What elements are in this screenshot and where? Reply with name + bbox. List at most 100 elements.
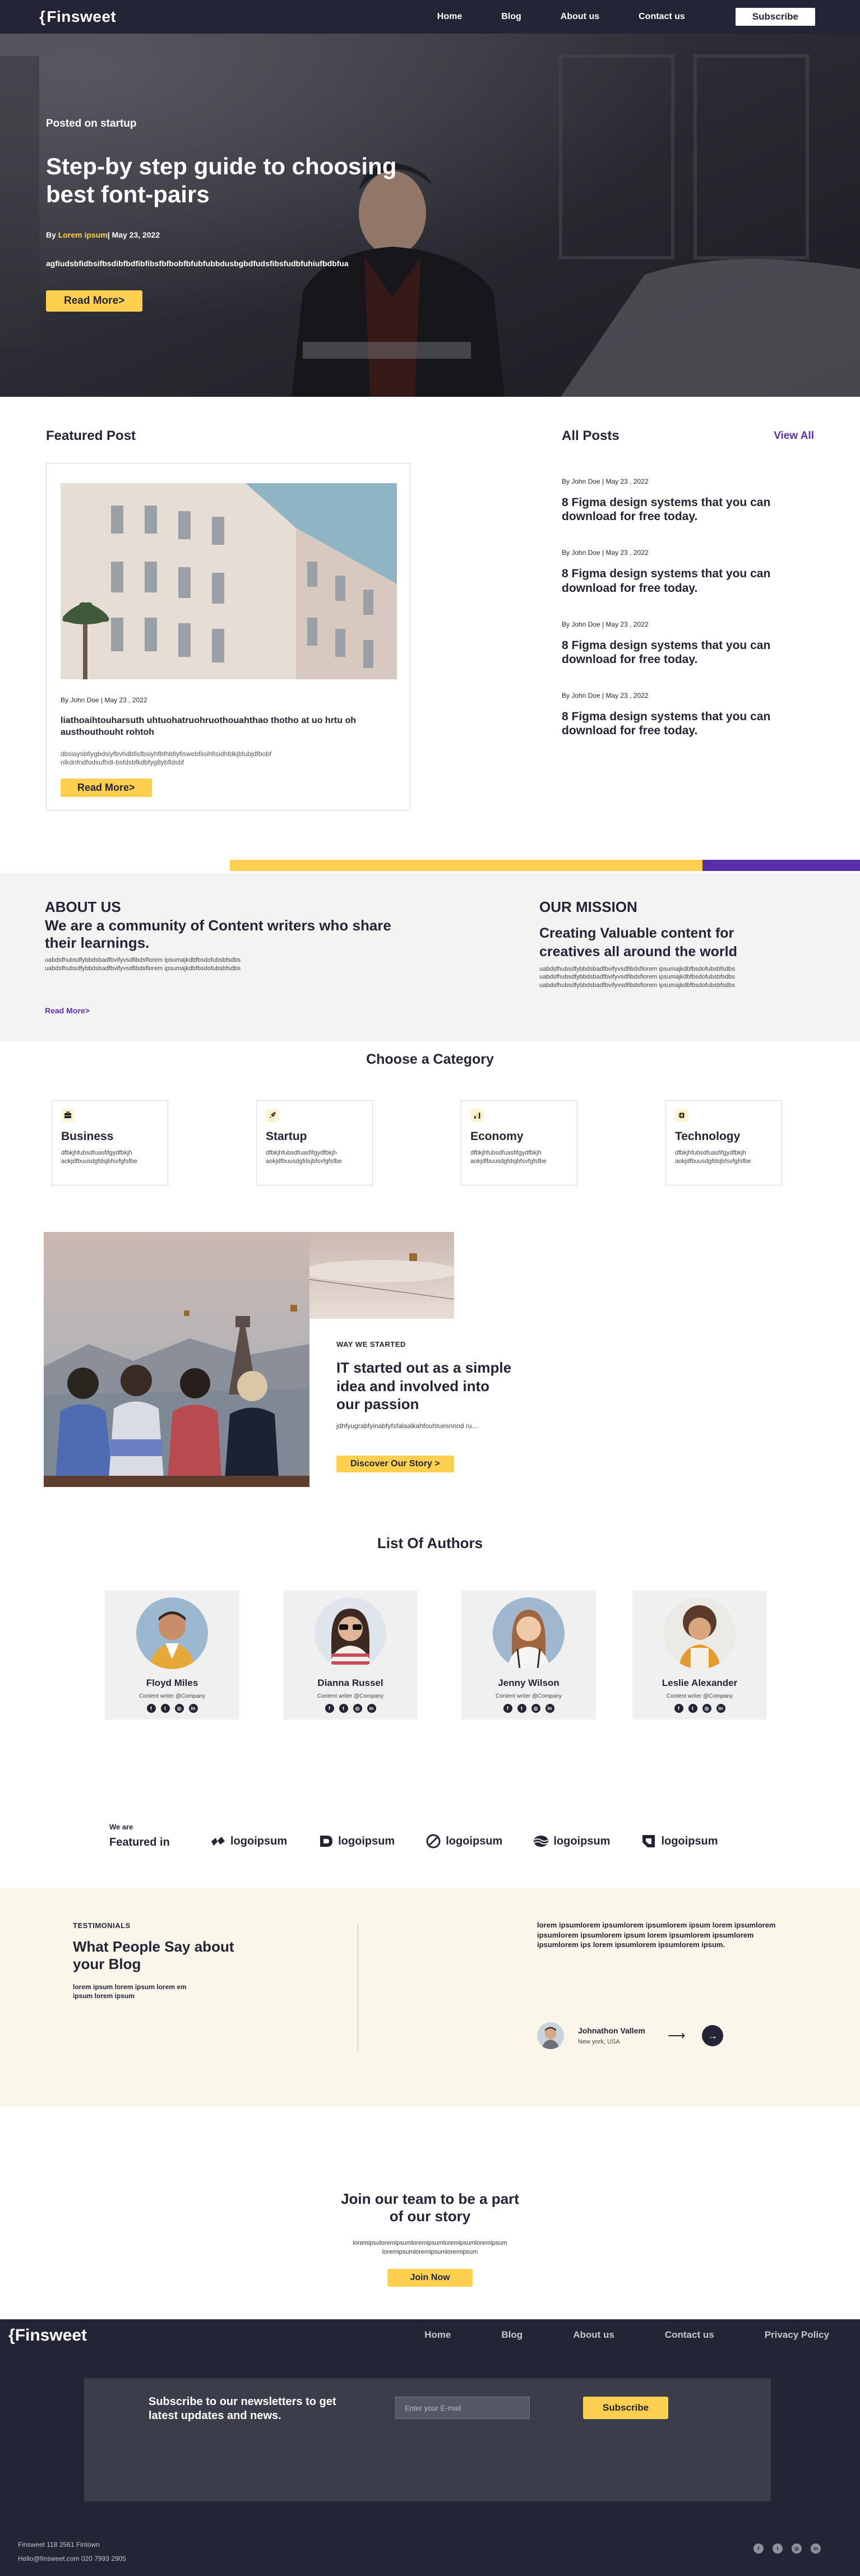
arrow-right-icon[interactable]: ⟶ bbox=[668, 2028, 686, 2043]
linkedin-icon[interactable]: in bbox=[811, 2543, 821, 2554]
nav-link-about[interactable]: About us bbox=[561, 12, 599, 22]
facebook-icon[interactable]: f bbox=[146, 1704, 156, 1713]
about-us-heading: We are a community of Content writers wh… bbox=[45, 917, 391, 952]
featured-post-description: dbsiaysbfiygbdsiyfbvhdbfisfbsiyhfbfhbfiy… bbox=[61, 749, 272, 767]
post-title[interactable]: 8 Figma design systems that you can down… bbox=[562, 495, 775, 523]
join-heading: Join our team to be a part of our story bbox=[341, 2190, 519, 2225]
category-description: dfbkjhfubsdfuasfifgydfbkjh aokjdfbuusdgf… bbox=[470, 1150, 547, 1165]
facebook-icon[interactable]: f bbox=[503, 1704, 512, 1713]
instagram-icon[interactable]: ◎ bbox=[792, 2543, 802, 2554]
briefcase-icon bbox=[61, 1109, 75, 1122]
newsletter-subscribe-button[interactable]: Subscribe bbox=[583, 2397, 668, 2419]
featured-in-heading: Featured in bbox=[109, 1836, 170, 1848]
footer-socials: f t ◎ in bbox=[753, 2543, 821, 2554]
story-title: IT started out as a simple idea and invo… bbox=[336, 1359, 512, 1412]
partner-logo[interactable]: logoipsum bbox=[210, 1833, 287, 1849]
featured-post-title[interactable]: liathoaihtouharsuth uhtuohatruohruothoua… bbox=[61, 715, 374, 739]
logoipsum-wave-icon bbox=[534, 1836, 549, 1847]
testimonials-section: TESTIMONIALS What People Say about your … bbox=[0, 1888, 860, 2106]
footer-link-blog[interactable]: Blog bbox=[501, 2329, 523, 2341]
category-card-technology[interactable]: Technology dfbkjhfubsdfuasfifgydfbkjh ao… bbox=[665, 1100, 782, 1185]
footer-link-home[interactable]: Home bbox=[424, 2329, 451, 2341]
view-all-link[interactable]: View All bbox=[774, 430, 814, 442]
partner-logo[interactable]: logoipsum bbox=[533, 1833, 610, 1849]
author-card[interactable]: Dianna Russel Content writer @Company f … bbox=[283, 1591, 418, 1720]
rocket-icon bbox=[266, 1109, 279, 1122]
story-section: WAY WE STARTED IT started out as a simpl… bbox=[0, 1232, 860, 1535]
instagram-icon[interactable]: ◎ bbox=[531, 1704, 540, 1713]
site-logo[interactable]: {Finsweet bbox=[39, 8, 116, 26]
nav-link-home[interactable]: Home bbox=[437, 12, 462, 22]
featured-read-more-button[interactable]: Read More> bbox=[61, 778, 152, 797]
footer-link-about[interactable]: About us bbox=[573, 2329, 614, 2341]
mission-text-line: uabdsfhubsdfybbdsbadfbvifyvsdfibdsflorem… bbox=[539, 981, 736, 989]
twitter-icon[interactable]: t bbox=[688, 1704, 697, 1713]
category-name: Startup bbox=[266, 1130, 307, 1143]
partner-logo[interactable]: logoipsum bbox=[641, 1833, 718, 1849]
about-read-more-link[interactable]: Read More> bbox=[45, 1006, 426, 1015]
about-us-text: uabdsfhubsdfybbdsbadfbvifyvsdfibdsflorem… bbox=[45, 956, 426, 972]
author-card[interactable]: Jenny Wilson Content writer @Company f t… bbox=[461, 1591, 596, 1720]
hero-read-more-button[interactable]: Read More> bbox=[46, 290, 143, 312]
about-us-text-line: uabdsfhubsdfybbdsbadfbvifyvsdfibdsflorem… bbox=[45, 957, 241, 964]
post-title[interactable]: 8 Figma design systems that you can down… bbox=[562, 638, 775, 666]
hero-author-link[interactable]: Lorem ipsum bbox=[58, 230, 108, 239]
author-card[interactable]: Floyd Miles Content writer @Company f t … bbox=[105, 1591, 239, 1720]
hero-category: Posted on startup bbox=[46, 118, 137, 129]
partner-logo[interactable]: logoipsum bbox=[318, 1833, 395, 1849]
footer-logo[interactable]: {Finsweet bbox=[8, 2326, 87, 2345]
linkedin-icon[interactable]: in bbox=[188, 1704, 198, 1713]
logo-brace-icon: { bbox=[39, 8, 46, 25]
category-description: dfbkjhfubsdfuasfifgydfbkjh aokjdfbuusdgf… bbox=[675, 1150, 751, 1165]
twitter-icon[interactable]: t bbox=[339, 1704, 348, 1713]
post-list-item[interactable]: By John Doe | May 23 , 2022 8 Figma desi… bbox=[562, 620, 814, 666]
facebook-icon[interactable]: f bbox=[325, 1704, 334, 1713]
post-title[interactable]: 8 Figma design systems that you can down… bbox=[562, 567, 775, 595]
next-testimonial-button[interactable]: → bbox=[702, 2025, 724, 2046]
post-title[interactable]: 8 Figma design systems that you can down… bbox=[562, 710, 775, 738]
about-section: ABOUT US We are a community of Content w… bbox=[0, 873, 860, 1041]
about-us-text-line: uabdsfhubsdfybbdsbadfbvifyvsdfibdsflorem… bbox=[45, 965, 241, 972]
partner-logo-text: logoipsum bbox=[553, 1834, 611, 1847]
mission-block: OUR MISSION Creating Valuable content fo… bbox=[539, 898, 797, 989]
partner-logo[interactable]: logoipsum bbox=[426, 1833, 502, 1849]
category-card-business[interactable]: Business dfbkjhfubsdfuasfifgydfbkjh aokj… bbox=[52, 1100, 168, 1185]
testimonial-author: Johnathon Vallem New york, USA ⟶ → bbox=[537, 2022, 724, 2049]
post-list-item[interactable]: By John Doe | May 23 , 2022 8 Figma desi… bbox=[562, 692, 814, 738]
testimonial-quote: lorem ipsumlorem ipsumlorem ipsumlorem i… bbox=[537, 1921, 776, 1949]
partner-logo-text: logoipsum bbox=[446, 1834, 503, 1847]
instagram-icon[interactable]: ◎ bbox=[353, 1704, 362, 1713]
linkedin-icon[interactable]: in bbox=[545, 1704, 554, 1713]
instagram-icon[interactable]: ◎ bbox=[174, 1704, 184, 1713]
post-list-item[interactable]: By John Doe | May 23 , 2022 8 Figma desi… bbox=[562, 478, 814, 523]
twitter-icon[interactable]: t bbox=[160, 1704, 170, 1713]
footer-logo-text: Finsweet bbox=[15, 2326, 87, 2345]
featured-post-card[interactable]: By John Doe | May 23 , 2022 liathoaihtou… bbox=[46, 463, 410, 810]
hero-by-label: By bbox=[46, 230, 56, 240]
category-card-startup[interactable]: Startup dfbkjhfubsdfuasfifgydfbkjh aokjd… bbox=[256, 1100, 373, 1185]
twitter-icon[interactable]: t bbox=[773, 2543, 783, 2554]
nav-link-contact[interactable]: Contact us bbox=[639, 12, 685, 22]
nav-link-blog[interactable]: Blog bbox=[501, 12, 521, 22]
linkedin-icon[interactable]: in bbox=[367, 1704, 376, 1713]
testimonial-author-location: New york, USA bbox=[578, 2038, 620, 2045]
instagram-icon[interactable]: ◎ bbox=[702, 1704, 711, 1713]
nav-subscribe-button[interactable]: Subscribe bbox=[735, 8, 815, 26]
footer-link-contact[interactable]: Contact us bbox=[665, 2329, 714, 2341]
twitter-icon[interactable]: t bbox=[517, 1704, 526, 1713]
accent-bar-yellow bbox=[230, 860, 702, 871]
email-input[interactable]: Enter your E-mail bbox=[395, 2397, 530, 2419]
facebook-icon[interactable]: f bbox=[753, 2543, 764, 2554]
footer: {Finsweet Home Blog About us Contact us … bbox=[0, 2319, 860, 2576]
author-card[interactable]: Leslie Alexander Content writer @Company… bbox=[632, 1591, 767, 1720]
discover-story-button[interactable]: Discover Our Story > bbox=[336, 1455, 454, 1472]
join-now-button[interactable]: Join Now bbox=[387, 2269, 473, 2287]
newsletter-text: Subscribe to our newsletters to get late… bbox=[149, 2396, 336, 2422]
post-list-item[interactable]: By John Doe | May 23 , 2022 8 Figma desi… bbox=[562, 549, 814, 595]
author-socials: f t ◎ in bbox=[105, 1704, 239, 1713]
facebook-icon[interactable]: f bbox=[674, 1704, 683, 1713]
mission-text-line: uabdsfhubsdfybbdsbadfbvifyvsdfibdsflorem… bbox=[539, 966, 736, 972]
linkedin-icon[interactable]: in bbox=[716, 1704, 725, 1713]
footer-link-privacy[interactable]: Privacy Policy bbox=[765, 2329, 829, 2341]
category-card-economy[interactable]: Economy dfbkjhfubsdfuasfifgydfbkjh aokjd… bbox=[461, 1100, 577, 1185]
